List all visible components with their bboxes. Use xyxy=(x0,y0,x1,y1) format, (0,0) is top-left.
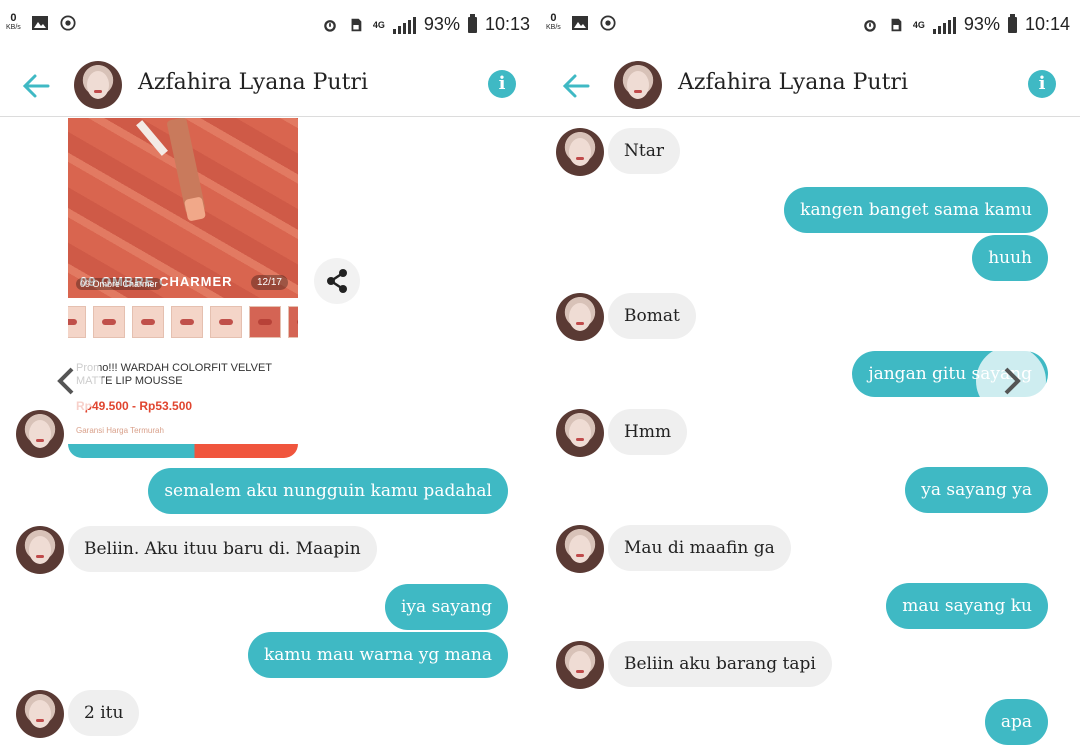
battery-icon xyxy=(467,13,477,33)
product-title: Promo!!! WARDAH COLORFIT VELVET MATTE LI… xyxy=(76,362,272,387)
network-speed: 0 KB/s xyxy=(6,12,21,32)
back-arrow-icon[interactable] xyxy=(18,68,54,104)
chat-avatar[interactable] xyxy=(556,641,604,689)
message-in[interactable]: Hmm xyxy=(608,409,688,455)
sim-icon xyxy=(891,18,902,31)
signal-icon xyxy=(392,16,416,34)
whatsapp-icon xyxy=(60,15,76,31)
message-out[interactable]: huuh xyxy=(972,235,1048,281)
product-guarantee: Garansi Harga Termurah xyxy=(76,426,164,435)
message-out[interactable]: kamu mau warna yg mana xyxy=(247,632,508,678)
product-action-bar[interactable] xyxy=(68,444,298,458)
product-shade-sub: 09 Ombre Charmer xyxy=(76,278,162,290)
network-speed: 0 KB/s xyxy=(546,12,561,32)
chat-header: Azfahira Lyana Putri i xyxy=(540,56,1080,117)
back-arrow-icon[interactable] xyxy=(558,68,594,104)
chat-avatar[interactable] xyxy=(556,525,604,573)
alarm-icon xyxy=(864,19,876,32)
message-out[interactable]: kangen banget sama kamu xyxy=(784,187,1048,233)
signal-icon xyxy=(932,16,956,34)
chat-screen-left: 0 KB/s 4G 93% 10:13 Azfahira Lyana Putri … xyxy=(0,0,540,747)
share-icon xyxy=(327,269,347,293)
contact-avatar[interactable] xyxy=(614,61,662,109)
chat-avatar[interactable] xyxy=(16,690,64,738)
message-in[interactable]: Bomat xyxy=(608,293,696,339)
message-in[interactable]: 2 itu xyxy=(68,690,140,736)
chat-screen-right: 0 KB/s 4G 93% 10:14 Azfahira Lyana Putri … xyxy=(540,0,1080,747)
chevron-right-icon xyxy=(1004,367,1021,395)
contact-avatar[interactable] xyxy=(74,61,122,109)
info-icon[interactable]: i xyxy=(488,70,516,98)
whatsapp-icon xyxy=(600,15,616,31)
shared-product-card[interactable]: 09 OMBRE CHARMER 09 Ombre Charmer 12/17 … xyxy=(68,118,298,458)
chat-header: Azfahira Lyana Putri i xyxy=(0,56,540,117)
clock: 10:13 xyxy=(484,14,530,34)
chat-avatar[interactable] xyxy=(556,409,604,457)
chevron-left-icon xyxy=(57,367,74,395)
message-in[interactable]: Ntar xyxy=(608,128,680,174)
message-in[interactable]: Mau di maafin ga xyxy=(608,525,791,571)
network-type: 4G xyxy=(372,19,385,30)
chat-avatar[interactable] xyxy=(556,128,604,176)
chat-avatar[interactable] xyxy=(16,526,64,574)
share-button[interactable] xyxy=(314,258,360,304)
previous-chat-button[interactable] xyxy=(32,346,102,416)
gallery-icon xyxy=(31,16,48,30)
contact-name[interactable]: Azfahira Lyana Putri xyxy=(678,70,908,95)
sim-icon xyxy=(351,18,362,31)
next-chat-button[interactable] xyxy=(976,346,1046,416)
message-in[interactable]: Beliin. Aku ituu baru di. Maapin xyxy=(68,526,377,572)
message-in[interactable]: Beliin aku barang tapi xyxy=(608,641,832,687)
clock: 10:14 xyxy=(1024,14,1070,34)
message-out[interactable]: apa xyxy=(984,699,1048,745)
message-out[interactable]: mau sayang ku xyxy=(886,583,1048,629)
message-out[interactable]: semalem aku nungguin kamu padahal xyxy=(148,468,508,514)
status-bar: 0 KB/s 4G 93% 10:13 xyxy=(0,0,540,56)
message-out[interactable]: ya sayang ya xyxy=(905,467,1048,513)
battery-percent: 93% xyxy=(423,14,460,34)
battery-icon xyxy=(1007,13,1017,33)
message-out[interactable]: iya sayang xyxy=(384,584,508,630)
alarm-icon xyxy=(324,19,336,32)
image-counter: 12/17 xyxy=(250,275,288,290)
chat-avatar[interactable] xyxy=(16,410,64,458)
network-type: 4G xyxy=(912,19,925,30)
chat-avatar[interactable] xyxy=(556,293,604,341)
battery-percent: 93% xyxy=(963,14,1000,34)
gallery-icon xyxy=(571,16,588,30)
contact-name[interactable]: Azfahira Lyana Putri xyxy=(138,70,368,95)
info-icon[interactable]: i xyxy=(1028,70,1056,98)
shade-thumbnails[interactable] xyxy=(68,306,298,342)
status-bar: 0 KB/s 4G 93% 10:14 xyxy=(540,0,1080,56)
